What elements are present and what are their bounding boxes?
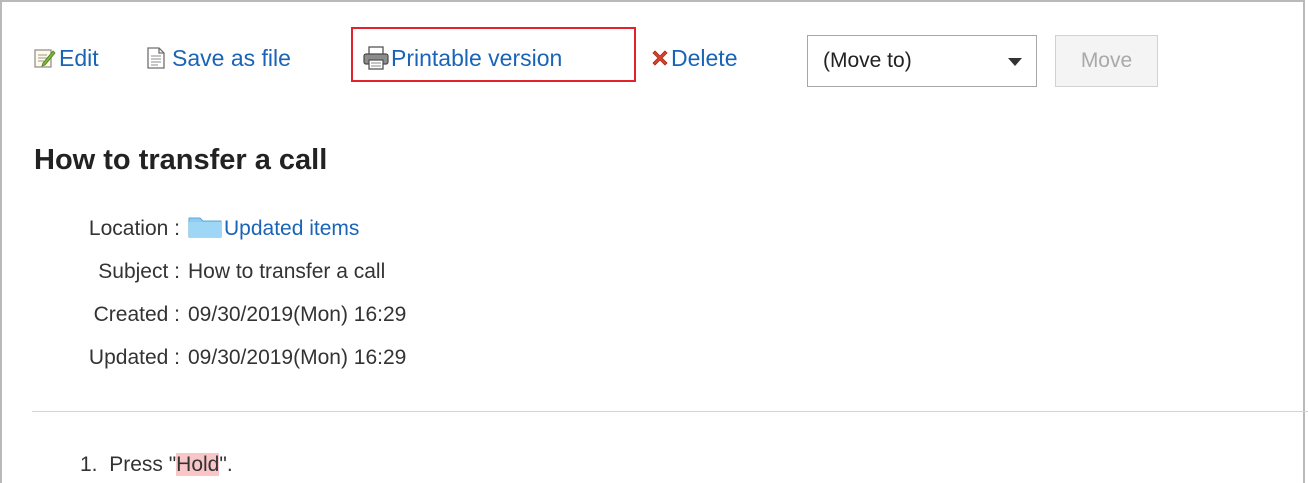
step-text-before: Press "	[109, 453, 177, 476]
move-to-select-value: (Move to)	[823, 49, 912, 72]
meta-row-updated: Updated : 09/30/2019(Mon) 16:29	[30, 336, 406, 379]
list-item: 1. Press "Hold".	[80, 452, 233, 478]
created-value: 09/30/2019(Mon) 16:29	[188, 302, 407, 326]
save-as-file-label: Save as file	[172, 44, 291, 71]
document-icon	[146, 47, 166, 69]
location-link[interactable]: Updated items	[188, 214, 359, 244]
folder-icon	[188, 214, 222, 244]
printer-icon	[363, 46, 389, 70]
page-title: How to transfer a call	[34, 144, 328, 176]
updated-key: Updated :	[88, 345, 180, 369]
move-button[interactable]: Move	[1055, 35, 1158, 87]
meta-row-created: Created : 09/30/2019(Mon) 16:29	[30, 293, 407, 336]
meta-row-subject: Subject : How to transfer a call	[30, 250, 406, 293]
step-text-after: ".	[219, 453, 233, 476]
delete-link[interactable]: Delete	[650, 36, 737, 80]
step-highlight: Hold	[176, 453, 220, 476]
step-number: 1.	[80, 453, 98, 476]
meta-row-location: Location : Updated items	[30, 207, 406, 250]
chevron-down-icon	[1008, 58, 1022, 66]
move-to-select[interactable]: (Move to)	[807, 35, 1037, 87]
location-key: Location :	[88, 216, 180, 240]
subject-value: How to transfer a call	[188, 259, 386, 283]
save-as-file-link[interactable]: Save as file	[146, 36, 291, 80]
delete-label: Delete	[671, 44, 738, 71]
steps-list: 1. Press "Hold".	[80, 452, 233, 478]
updated-value: 09/30/2019(Mon) 16:29	[188, 345, 407, 369]
printable-version-link[interactable]: Printable version	[363, 36, 562, 80]
red-x-icon	[650, 48, 670, 68]
article-meta: Location : Updated items Subject : How t…	[30, 207, 406, 379]
edit-label: Edit	[59, 44, 99, 71]
subject-key: Subject :	[98, 259, 180, 283]
edit-note-icon	[34, 47, 56, 69]
divider	[32, 411, 1308, 412]
created-key: Created :	[93, 302, 180, 326]
edit-link[interactable]: Edit	[34, 36, 99, 80]
location-label: Updated items	[224, 216, 360, 240]
printable-version-label: Printable version	[391, 44, 563, 71]
